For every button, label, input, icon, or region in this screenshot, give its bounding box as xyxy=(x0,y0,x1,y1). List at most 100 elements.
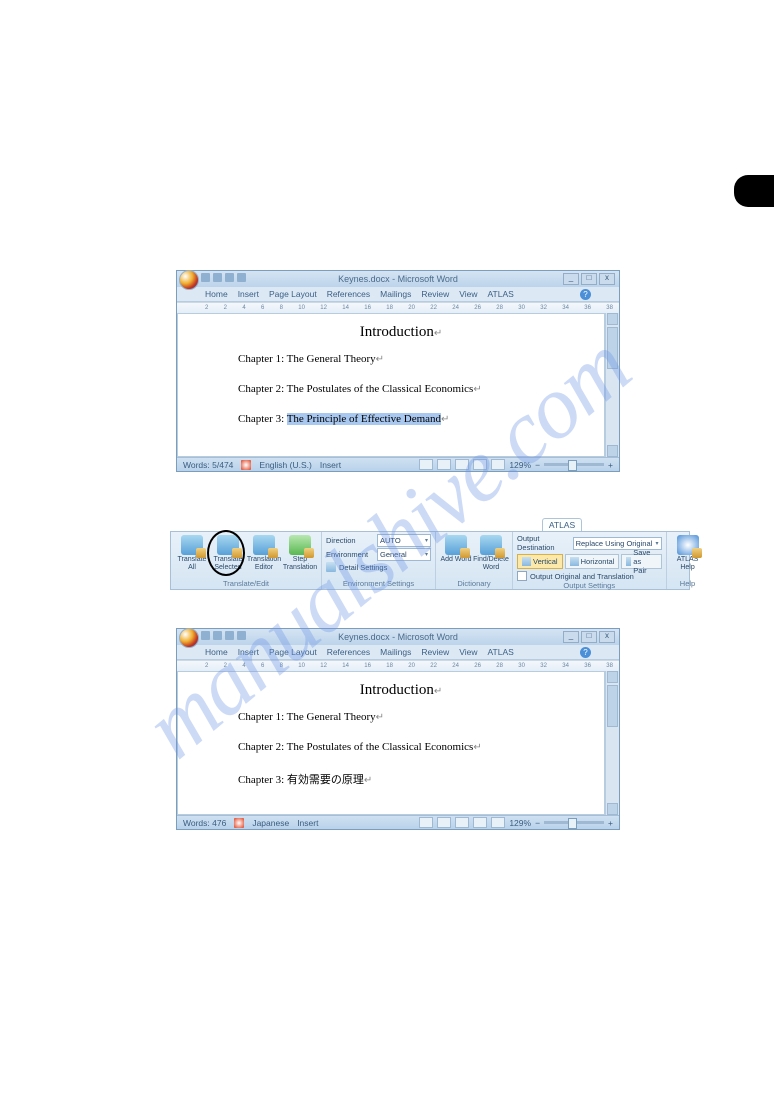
tab-references[interactable]: References xyxy=(327,289,370,299)
tab-mailings[interactable]: Mailings xyxy=(380,647,411,657)
selected-text: The Principle of Effective Demand xyxy=(287,413,441,425)
save-as-pair-toggle[interactable]: Save as Pair xyxy=(621,554,661,569)
zoom-in-icon[interactable]: + xyxy=(608,460,613,470)
tab-page-layout[interactable]: Page Layout xyxy=(269,647,317,657)
scroll-thumb[interactable] xyxy=(607,327,618,369)
group-dictionary: Add Word Find/Delete Word Dictionary xyxy=(436,532,513,589)
view-print-layout-icon[interactable] xyxy=(419,817,433,828)
view-draft-icon[interactable] xyxy=(491,459,505,470)
zoom-in-icon[interactable]: + xyxy=(608,818,613,828)
office-button[interactable] xyxy=(179,270,199,290)
view-web-layout-icon[interactable] xyxy=(455,817,469,828)
tab-insert[interactable]: Insert xyxy=(238,289,259,299)
atlas-help-button[interactable]: ATLAS Help xyxy=(671,534,705,572)
translation-editor-button[interactable]: Translation Editor xyxy=(247,534,281,572)
close-button[interactable]: x xyxy=(599,631,615,643)
tab-view[interactable]: View xyxy=(459,647,477,657)
step-translation-icon xyxy=(289,535,311,555)
scroll-thumb[interactable] xyxy=(607,685,618,727)
environment-combo[interactable]: General▾ xyxy=(377,548,431,561)
word-count[interactable]: Words: 476 xyxy=(183,818,226,828)
tab-review[interactable]: Review xyxy=(421,289,449,299)
tab-mailings[interactable]: Mailings xyxy=(380,289,411,299)
maximize-button[interactable]: □ xyxy=(581,273,597,285)
tab-insert[interactable]: Insert xyxy=(238,647,259,657)
document-area[interactable]: Introduction↵ Chapter 1: The General The… xyxy=(177,671,605,815)
qat-more-icon[interactable] xyxy=(237,273,246,282)
zoom-slider[interactable] xyxy=(544,821,604,824)
horizontal-toggle[interactable]: Horizontal xyxy=(565,554,620,569)
qat-save-icon[interactable] xyxy=(201,273,210,282)
word-count[interactable]: Words: 5/474 xyxy=(183,460,233,470)
scroll-down-icon[interactable] xyxy=(607,445,618,457)
scroll-up-icon[interactable] xyxy=(607,671,618,683)
close-button[interactable]: x xyxy=(599,273,615,285)
group-label: Help xyxy=(671,579,705,589)
minimize-button[interactable]: _ xyxy=(563,273,579,285)
step-translation-button[interactable]: Step Translation xyxy=(283,534,317,572)
language-status[interactable]: Japanese xyxy=(252,818,289,828)
direction-combo[interactable]: AUTO▾ xyxy=(377,534,431,547)
qat-more-icon[interactable] xyxy=(237,631,246,640)
spellcheck-icon[interactable] xyxy=(234,818,244,828)
spellcheck-icon[interactable] xyxy=(241,460,251,470)
add-word-button[interactable]: Add Word xyxy=(440,534,472,572)
qat-redo-icon[interactable] xyxy=(225,631,234,640)
word-window-before: Keynes.docx - Microsoft Word _ □ x Home … xyxy=(176,270,620,472)
vertical-scrollbar[interactable] xyxy=(605,671,619,815)
doc-heading: Introduction↵ xyxy=(238,324,564,341)
zoom-out-icon[interactable]: − xyxy=(535,460,540,470)
tab-home[interactable]: Home xyxy=(205,647,228,657)
qat-redo-icon[interactable] xyxy=(225,273,234,282)
output-both-checkbox[interactable] xyxy=(517,571,527,581)
maximize-button[interactable]: □ xyxy=(581,631,597,643)
environment-label: Environment xyxy=(326,550,374,559)
view-full-screen-icon[interactable] xyxy=(437,817,451,828)
minimize-button[interactable]: _ xyxy=(563,631,579,643)
view-outline-icon[interactable] xyxy=(473,459,487,470)
titlebar: Keynes.docx - Microsoft Word _ □ x xyxy=(177,271,619,287)
qat-save-icon[interactable] xyxy=(201,631,210,640)
detail-settings-button[interactable]: Detail Settings xyxy=(339,563,387,572)
tab-view[interactable]: View xyxy=(459,289,477,299)
view-print-layout-icon[interactable] xyxy=(419,459,433,470)
help-icon[interactable]: ? xyxy=(580,289,591,300)
view-draft-icon[interactable] xyxy=(491,817,505,828)
tab-review[interactable]: Review xyxy=(421,647,449,657)
view-full-screen-icon[interactable] xyxy=(437,459,451,470)
vertical-scrollbar[interactable] xyxy=(605,313,619,457)
qat-undo-icon[interactable] xyxy=(213,273,222,282)
zoom-level[interactable]: 129% xyxy=(509,818,531,828)
zoom-out-icon[interactable]: − xyxy=(535,818,540,828)
insert-mode[interactable]: Insert xyxy=(320,460,341,470)
zoom-slider[interactable] xyxy=(544,463,604,466)
tab-page-layout[interactable]: Page Layout xyxy=(269,289,317,299)
view-web-layout-icon[interactable] xyxy=(455,459,469,470)
document-area[interactable]: Introduction↵ Chapter 1: The General The… xyxy=(177,313,605,457)
save-pair-icon xyxy=(626,557,631,566)
scroll-down-icon[interactable] xyxy=(607,803,618,815)
tab-atlas[interactable]: ATLAS xyxy=(488,289,514,299)
tab-references[interactable]: References xyxy=(327,647,370,657)
scroll-up-icon[interactable] xyxy=(607,313,618,325)
window-title: Keynes.docx - Microsoft Word xyxy=(338,274,458,284)
group-label: Dictionary xyxy=(440,579,508,589)
insert-mode[interactable]: Insert xyxy=(297,818,318,828)
tab-home[interactable]: Home xyxy=(205,289,228,299)
help-icon[interactable]: ? xyxy=(580,647,591,658)
language-status[interactable]: English (U.S.) xyxy=(259,460,311,470)
tab-atlas[interactable]: ATLAS xyxy=(488,647,514,657)
office-button[interactable] xyxy=(179,628,199,648)
vertical-toggle[interactable]: Vertical xyxy=(517,554,563,569)
qat-undo-icon[interactable] xyxy=(213,631,222,640)
group-environment-settings: Direction AUTO▾ Environment General▾ Det… xyxy=(322,532,436,589)
group-label: Output Settings xyxy=(517,581,662,591)
view-outline-icon[interactable] xyxy=(473,817,487,828)
find-delete-word-button[interactable]: Find/Delete Word xyxy=(474,534,508,572)
translate-all-button[interactable]: Translate All xyxy=(175,534,209,572)
zoom-level[interactable]: 129% xyxy=(509,460,531,470)
translate-selected-button[interactable]: Translate Selected xyxy=(211,534,245,572)
detail-settings-icon xyxy=(326,562,336,572)
translate-all-icon xyxy=(181,535,203,555)
group-label: Environment Settings xyxy=(326,579,431,589)
